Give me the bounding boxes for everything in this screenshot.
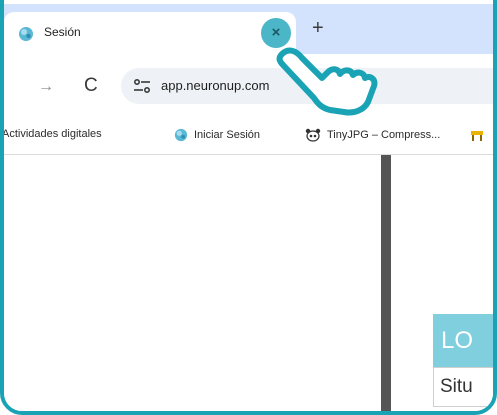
- tinyjpg-panda-icon: [305, 128, 321, 142]
- header-banner: LO: [433, 314, 493, 367]
- bookmark-actividades-digitales[interactable]: Actividades digitales: [2, 128, 102, 141]
- bookmark-iniciar-sesion[interactable]: Iniciar Sesión: [174, 128, 260, 142]
- tab-title: Sesión: [44, 25, 81, 39]
- reload-icon[interactable]: C: [84, 75, 98, 97]
- bookmark-label: Actividades digitales: [2, 128, 102, 141]
- bookmarks-bar: Actividades digitales Iniciar Sesión Tin…: [4, 116, 493, 155]
- bookmark-tinyjpg[interactable]: TinyJPG – Compress...: [305, 128, 440, 142]
- neuronup-favicon-icon: [19, 27, 33, 41]
- neuronup-favicon-icon: [174, 128, 188, 142]
- url-text: app.neuronup.com: [161, 78, 270, 93]
- new-tab-button[interactable]: +: [312, 18, 324, 38]
- navigation-bar: → C app.neuronup.com: [4, 54, 493, 116]
- screenshot-frame: Sesión × + → C app.neuronup.com Activida…: [0, 0, 497, 415]
- browser-tab[interactable]: Sesión ×: [4, 12, 296, 54]
- tab-strip: Sesión × +: [4, 4, 493, 54]
- browser-window: Sesión × + → C app.neuronup.com Activida…: [4, 4, 493, 411]
- bookmark-yellow[interactable]: [470, 128, 490, 142]
- page-divider: [381, 155, 391, 411]
- page-content: LO Situ: [4, 155, 493, 411]
- site-info-icon[interactable]: [133, 78, 151, 94]
- content-box: Situ: [433, 367, 493, 407]
- forward-icon[interactable]: →: [38, 78, 54, 96]
- pointing-hand-icon: [276, 47, 378, 116]
- bookmark-label: Iniciar Sesión: [194, 129, 261, 141]
- yellow-favicon-icon: [471, 131, 483, 141]
- bookmark-label: TinyJPG – Compress...: [327, 129, 441, 141]
